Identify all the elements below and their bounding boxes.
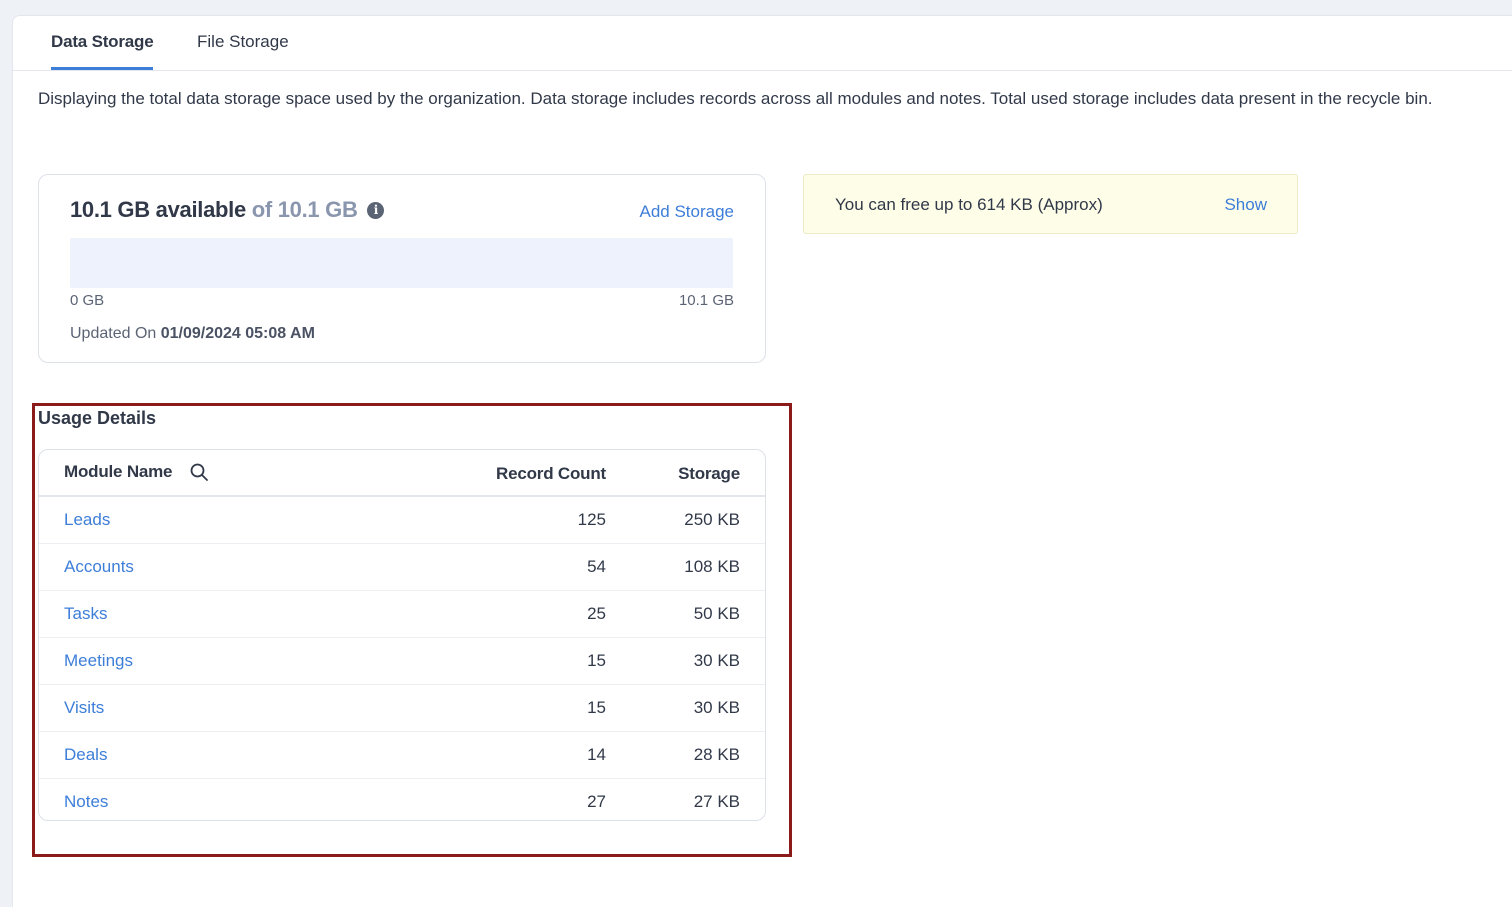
info-icon[interactable]: i xyxy=(367,202,385,219)
bar-min-label: 0 GB xyxy=(70,292,105,309)
usage-details-highlight-box xyxy=(32,403,792,857)
free-up-text: You can free up to 614 KB (Approx) xyxy=(835,195,1103,214)
total-amount: of 10.1 GB xyxy=(251,197,358,222)
storage-description: Displaying the total data storage space … xyxy=(38,89,1433,108)
show-link[interactable]: Show xyxy=(1224,195,1267,215)
bar-max-label: 10.1 GB xyxy=(678,292,734,309)
tab-file-storage[interactable]: File Storage xyxy=(197,32,289,69)
storage-tabs: Data Storage File Storage xyxy=(13,16,1512,71)
updated-timestamp: 01/09/2024 05:08 AM xyxy=(160,325,315,342)
storage-available-heading: 10.1 GB available of 10.1 GB i xyxy=(70,197,385,223)
updated-on-text: Updated On 01/09/2024 05:08 AM xyxy=(70,325,315,343)
add-storage-link[interactable]: Add Storage xyxy=(639,202,734,222)
storage-usage-bar xyxy=(70,238,733,288)
available-amount: 10.1 GB available xyxy=(70,197,246,222)
storage-summary-card: 10.1 GB available of 10.1 GB i Add Stora… xyxy=(38,174,766,363)
updated-prefix: Updated On xyxy=(70,325,157,342)
tab-data-storage[interactable]: Data Storage xyxy=(51,32,154,70)
free-up-banner: You can free up to 614 KB (Approx) Show xyxy=(803,174,1298,234)
